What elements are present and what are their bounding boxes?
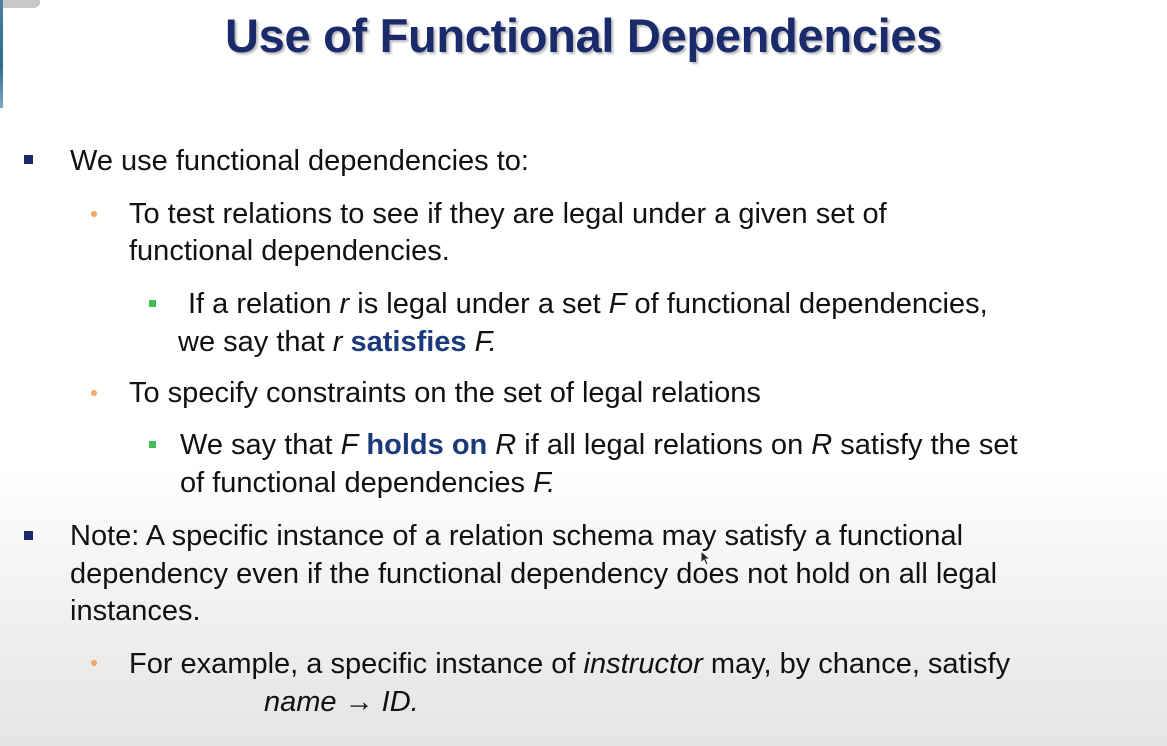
dot-bullet-icon bbox=[91, 211, 97, 217]
fd-set-F: F. bbox=[466, 326, 497, 358]
sub-test-relations-line2: functional dependencies. bbox=[129, 235, 450, 267]
sub-specify-constraints: To specify constraints on the set of leg… bbox=[129, 377, 761, 409]
text: of functional dependencies bbox=[180, 467, 534, 499]
fd-set-F: F bbox=[340, 429, 359, 461]
text: is legal under a set bbox=[349, 288, 609, 320]
term-satisfies: satisfies bbox=[342, 326, 467, 358]
satisfies-line2: we say that r satisfies F. bbox=[178, 323, 497, 361]
dot-bullet-icon bbox=[91, 390, 97, 396]
text: we say that bbox=[178, 326, 333, 358]
text: For example, a specific instance of bbox=[129, 648, 584, 680]
square-bullet-icon bbox=[24, 531, 33, 540]
term-holds-on: holds on bbox=[358, 429, 488, 461]
text: If a relation bbox=[188, 288, 340, 320]
holds-on-line1: We say that F holds on R if all legal re… bbox=[180, 426, 1018, 464]
holds-on-line2: of functional dependencies F. bbox=[180, 464, 555, 502]
green-bullet-icon bbox=[149, 441, 156, 448]
relation-r: r bbox=[339, 288, 350, 320]
sub-test-relations-line1: To test relations to see if they are leg… bbox=[129, 198, 887, 230]
bullet-use-fd: We use functional dependencies to: bbox=[70, 145, 529, 177]
mouse-pointer-icon bbox=[700, 550, 710, 566]
text: We say that bbox=[180, 429, 341, 461]
schema-R: R bbox=[487, 429, 517, 461]
text: satisfy the set bbox=[832, 429, 1018, 461]
fd-set-F: F. bbox=[533, 467, 556, 499]
note-line2: dependency even if the functional depend… bbox=[70, 558, 998, 590]
text: of functional dependencies, bbox=[626, 288, 988, 320]
example-fd: name → ID. bbox=[264, 686, 419, 718]
note-line3: instances. bbox=[70, 595, 201, 627]
relation-instructor: instructor bbox=[583, 648, 703, 680]
slide-title: Use of Functional Dependencies bbox=[224, 9, 943, 62]
dot-bullet-icon bbox=[91, 660, 97, 666]
text: may, by chance, satisfy bbox=[702, 648, 1011, 680]
fd-set-F: F bbox=[608, 288, 627, 320]
relation-r: r bbox=[332, 326, 343, 358]
satisfies-line1: If a relation r is legal under a set F o… bbox=[188, 285, 988, 323]
example-line1: For example, a specific instance of inst… bbox=[129, 645, 1010, 683]
green-bullet-icon bbox=[149, 300, 156, 307]
window-corner-tab bbox=[0, 0, 40, 8]
schema-R: R bbox=[811, 429, 833, 461]
square-bullet-icon bbox=[24, 155, 33, 164]
text: if all legal relations on bbox=[516, 429, 812, 461]
note-line1: Note: A specific instance of a relation … bbox=[70, 520, 964, 552]
